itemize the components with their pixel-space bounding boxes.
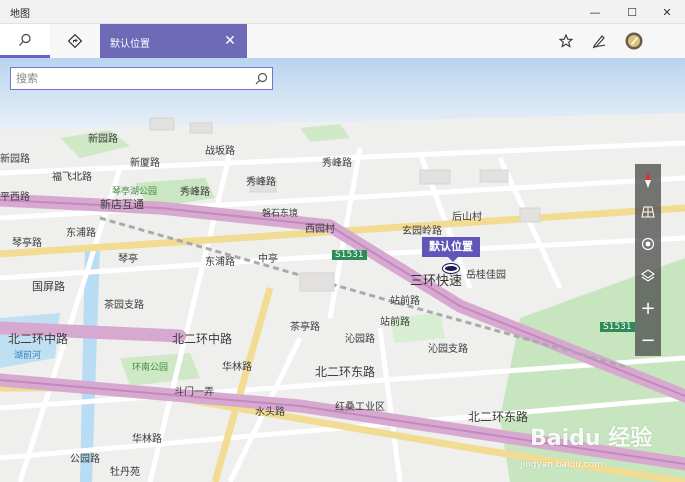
locate-icon (641, 237, 655, 251)
search-nav-button[interactable] (0, 24, 50, 58)
map-label: 三环快速 (410, 274, 463, 289)
pen-icon (592, 35, 606, 49)
layers-icon (641, 269, 655, 282)
location-pin-icon[interactable] (443, 264, 459, 273)
map-label: 后山村 (452, 212, 482, 223)
map-label: 新园路 (0, 154, 30, 165)
search-icon[interactable] (253, 71, 269, 87)
user-button[interactable] (620, 24, 648, 58)
map-label: 琴亭湖公园 (112, 187, 158, 197)
map-label: 岳桂佳园 (466, 270, 506, 281)
map-label: 西园村 (305, 224, 335, 235)
map-label: 湖前河 (14, 351, 42, 361)
map-label: 琴亭 (118, 254, 138, 265)
directions-icon (68, 34, 82, 48)
avatar (625, 32, 643, 50)
map-label: 秀峰路 (180, 187, 210, 198)
map-label: 中亭 (258, 254, 278, 265)
map-label: 琴亭路 (12, 238, 42, 249)
tab-default-location[interactable]: 默认位置 ✕ (100, 24, 247, 58)
locate-button[interactable] (635, 230, 661, 258)
map-label: 玄园岭路 (402, 226, 442, 237)
map-label: 平西路 (0, 192, 30, 203)
title-bar: 地图 — ☐ ✕ (0, 0, 685, 24)
map-label: 秀峰路 (246, 177, 276, 188)
map-label: 北二环中路 (172, 332, 233, 346)
map-label: 红桑工业区 (335, 402, 385, 413)
map-label: 东浦路 (205, 257, 235, 268)
close-window-button[interactable]: ✕ (649, 0, 685, 24)
compass-icon (645, 172, 651, 188)
search-icon (19, 33, 31, 46)
map-label: 水头路 (255, 407, 285, 418)
map-label: 华林路 (132, 434, 162, 445)
map-label: 秀峰路 (322, 158, 352, 169)
map-label: 福飞北路 (52, 172, 92, 183)
tab-close-button[interactable]: ✕ (218, 24, 242, 58)
favorites-button[interactable] (552, 24, 580, 58)
route-shield: S1531 (600, 322, 635, 332)
minimize-button[interactable]: — (577, 0, 613, 24)
search-box[interactable] (10, 67, 273, 90)
nav-bar: 默认位置 ✕ (0, 24, 685, 58)
map-label: 牡丹苑 (110, 467, 140, 478)
map-controls: + − (635, 164, 661, 356)
map-label: 磐石东境 (262, 209, 299, 219)
map-label: 环南公园 (132, 363, 169, 373)
tilt-button[interactable] (635, 198, 661, 226)
compass-button[interactable] (635, 166, 661, 194)
map-label: 站前路 (380, 317, 410, 328)
tab-label: 默认位置 (110, 39, 150, 50)
watermark-logo: Baidu 经验 (530, 426, 653, 451)
layers-button[interactable] (635, 262, 661, 290)
map-label: 北二环中路 (8, 332, 69, 346)
map-label: 国屏路 (32, 280, 65, 293)
map-label: 公园路 (70, 454, 100, 465)
map-label: 站前路 (390, 296, 420, 307)
map-label: 茶园支路 (104, 300, 144, 311)
star-icon (559, 34, 573, 48)
map-label: 茶亭路 (290, 322, 320, 333)
tilt-3d-icon (641, 206, 655, 218)
location-pin-label[interactable]: 默认位置 (422, 237, 480, 262)
map-graphic (0, 58, 685, 482)
map-label: 北二环东路 (315, 365, 376, 379)
directions-nav-button[interactable] (50, 24, 100, 58)
map-label: 沁园支路 (428, 344, 468, 355)
ink-button[interactable] (585, 24, 613, 58)
map-label: 东浦路 (66, 228, 96, 239)
zoom-in-button[interactable]: + (635, 294, 661, 322)
route-shield: S1531 (332, 250, 367, 260)
map-label: 北二环东路 (468, 410, 529, 424)
map-label: 沁园路 (345, 334, 375, 345)
map-label: 斗门一弄 (174, 387, 214, 398)
map-label: 华林路 (222, 362, 252, 373)
map-label: 战坂路 (205, 146, 235, 157)
app-title: 地图 (10, 9, 30, 20)
map-canvas[interactable]: 新园路 新园路 福飞北路 新厦路 战坂路 秀峰路 秀峰路 秀峰路 平西路 新店互… (0, 58, 685, 482)
map-label: 新店互通 (100, 198, 144, 211)
maximize-button[interactable]: ☐ (614, 0, 650, 24)
watermark-url: jingyan.baidu.com (520, 460, 604, 470)
map-label: 新厦路 (130, 158, 160, 169)
search-input[interactable] (16, 70, 241, 87)
zoom-out-button[interactable]: − (635, 326, 661, 354)
map-label: 新园路 (88, 134, 118, 145)
